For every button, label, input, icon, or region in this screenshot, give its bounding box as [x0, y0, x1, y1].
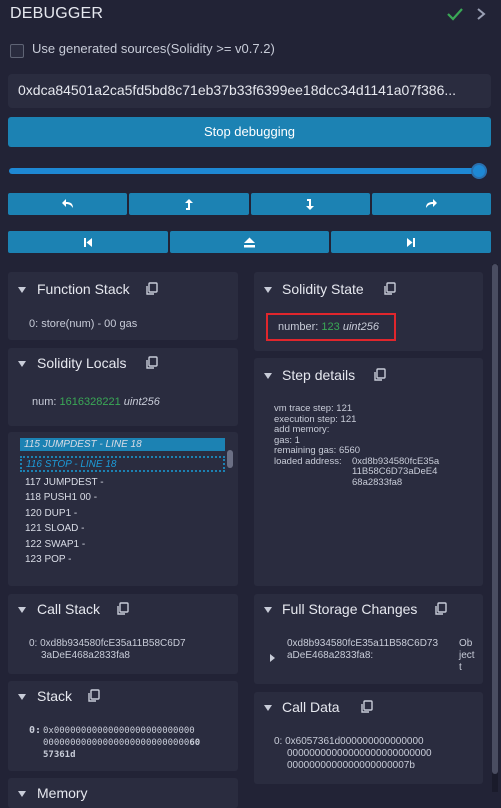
- stack-value: 0x00000000000000000000000000 00000000000…: [43, 726, 201, 760]
- state-variable-type: uint256: [342, 321, 379, 333]
- opcode-row[interactable]: 122 SWAP1 -: [25, 539, 85, 550]
- call-stack-panel: Call Stack 0: 0xd8b934580fcE35a11B58C6D7…: [8, 594, 238, 674]
- step-back-icon: [61, 199, 73, 208]
- opcodes-panel: 115 JUMPDEST - LINE 18 116 STOP - LINE 1…: [8, 432, 238, 586]
- add-memory: add memory:: [274, 424, 330, 435]
- use-generated-sources-label: Use generated sources(Solidity >= v0.7.2…: [32, 41, 275, 56]
- jump-out-button[interactable]: [169, 231, 330, 253]
- step-into-back-button[interactable]: [129, 193, 249, 215]
- solidity-state-panel: Solidity State number: 123 uint256: [254, 272, 483, 351]
- expand-caret-icon[interactable]: [270, 654, 275, 662]
- jump-out-icon: [244, 237, 255, 247]
- collapse-caret-icon[interactable]: [264, 607, 272, 613]
- storage-value-type: Ob ject t: [459, 638, 475, 673]
- solidity-locals-panel: Solidity Locals num: 1616328221 uint256: [8, 348, 238, 426]
- collapse-caret-icon[interactable]: [264, 287, 272, 293]
- step-over-icon: [426, 199, 438, 208]
- copy-icon[interactable]: [383, 282, 396, 296]
- collapse-caret-icon[interactable]: [18, 361, 26, 367]
- call-stack-title: Call Stack: [37, 601, 101, 617]
- jump-previous-breakpoint-icon: [83, 237, 92, 247]
- full-storage-changes-panel: Full Storage Changes 0xd8b934580fcE35a11…: [254, 594, 483, 684]
- collapse-caret-icon[interactable]: [18, 607, 26, 613]
- opcode-row[interactable]: 121 SLOAD -: [25, 523, 84, 534]
- call-data-title: Call Data: [282, 699, 340, 715]
- collapse-caret-icon[interactable]: [18, 694, 26, 700]
- vm-trace-step: vm trace step: 121: [274, 403, 353, 414]
- stop-debugging-button[interactable]: Stop debugging: [8, 117, 491, 147]
- copy-icon[interactable]: [145, 356, 158, 370]
- panel-scrollbar-thumb[interactable]: [492, 264, 498, 774]
- loaded-address-value: 0xd8b934580fcE35a 11B58C6D73aDeE4 68a283…: [352, 455, 440, 488]
- local-variable-row: num: 1616328221 uint256: [32, 396, 160, 408]
- collapse-caret-icon[interactable]: [18, 287, 26, 293]
- step-into-button[interactable]: [250, 193, 370, 215]
- jump-next-breakpoint-icon: [407, 237, 416, 247]
- state-variable-row: number: 123 uint256: [278, 321, 379, 333]
- state-variable-name: number:: [278, 321, 319, 333]
- local-variable-value: 1616328221: [59, 396, 121, 408]
- step-over-button[interactable]: [371, 193, 491, 215]
- opcode-row[interactable]: 117 JUMPDEST -: [25, 477, 104, 488]
- opcode-row[interactable]: 118 PUSH1 00 -: [25, 492, 97, 503]
- storage-key[interactable]: 0xd8b934580fcE35a11B58C6D73 aDeE468a2833…: [287, 638, 438, 662]
- debugger-title: DEBUGGER: [10, 5, 104, 22]
- stack-index: 0:: [29, 725, 42, 736]
- opcode-text: 115 JUMPDEST - LINE 18: [24, 439, 142, 450]
- copy-icon[interactable]: [360, 700, 373, 714]
- function-stack-title: Function Stack: [37, 281, 130, 297]
- transaction-hash-input[interactable]: 0xdca84501a2ca5fd5bd8c71eb37b33f6399ee18…: [8, 74, 491, 108]
- call-stack-entry: 0: 0xd8b934580fcE35a11B58C6D7 3aDeE468a2…: [29, 638, 186, 661]
- function-stack-entry: 0: store(num) - 00 gas: [29, 318, 138, 330]
- step-details-title: Step details: [282, 367, 356, 383]
- local-variable-type: uint256: [123, 396, 160, 408]
- step-slider-track[interactable]: [9, 168, 487, 174]
- copy-icon[interactable]: [373, 368, 386, 382]
- solidity-state-title: Solidity State: [282, 281, 364, 297]
- remaining-gas: remaining gas: 6560: [274, 445, 361, 456]
- opcodes-scrollbar[interactable]: [227, 450, 233, 468]
- copy-icon[interactable]: [145, 282, 158, 296]
- step-details-panel: Step details vm trace step: 121 executio…: [254, 358, 483, 586]
- copy-icon[interactable]: [87, 689, 100, 703]
- copy-icon[interactable]: [116, 602, 129, 616]
- step-into-icon: [306, 198, 315, 210]
- current-opcode-row[interactable]: 115 JUMPDEST - LINE 18: [20, 438, 225, 451]
- memory-panel: Memory: [8, 778, 238, 808]
- use-generated-sources-checkbox[interactable]: [10, 44, 24, 58]
- opcode-row[interactable]: 120 DUP1 -: [25, 508, 77, 519]
- selected-opcode-row[interactable]: 116 STOP - LINE 18: [20, 456, 225, 472]
- local-variable-name: num:: [32, 396, 57, 408]
- call-data-value: 0: 0x6057361d000000000000000 00000000000…: [274, 736, 432, 771]
- opcode-text: 116 STOP - LINE 18: [26, 459, 117, 470]
- collapse-caret-icon[interactable]: [264, 373, 272, 379]
- stack-title: Stack: [37, 688, 73, 704]
- loaded-address-label: loaded address:: [274, 455, 342, 467]
- chevron-right-icon[interactable]: [475, 7, 487, 21]
- jump-previous-breakpoint-button[interactable]: [8, 231, 168, 253]
- jump-next-breakpoint-button[interactable]: [331, 231, 492, 253]
- step-into-back-icon: [184, 198, 193, 210]
- check-icon[interactable]: [446, 6, 464, 22]
- full-storage-title: Full Storage Changes: [282, 601, 418, 617]
- function-stack-panel: Function Stack 0: store(num) - 00 gas: [8, 272, 238, 340]
- copy-icon[interactable]: [434, 602, 447, 616]
- opcode-row[interactable]: 123 POP -: [25, 554, 72, 565]
- memory-title: Memory: [37, 785, 88, 801]
- step-details-list: vm trace step: 121 execution step: 121 a…: [274, 403, 440, 489]
- stack-panel: Stack 0: 0x00000000000000000000000000 00…: [8, 681, 238, 771]
- call-data-panel: Call Data 0: 0x6057361d000000000000000 0…: [254, 692, 483, 784]
- jump-buttons-row: [8, 231, 492, 253]
- state-variable-value: 123: [321, 321, 340, 333]
- loaded-address-row: loaded address: 0xd8b934580fcE35a 11B58C…: [274, 455, 440, 489]
- step-buttons-row: [8, 193, 491, 215]
- collapse-caret-icon[interactable]: [264, 705, 272, 711]
- step-slider-handle[interactable]: [471, 163, 487, 179]
- solidity-locals-title: Solidity Locals: [37, 355, 127, 371]
- step-back-button[interactable]: [8, 193, 128, 215]
